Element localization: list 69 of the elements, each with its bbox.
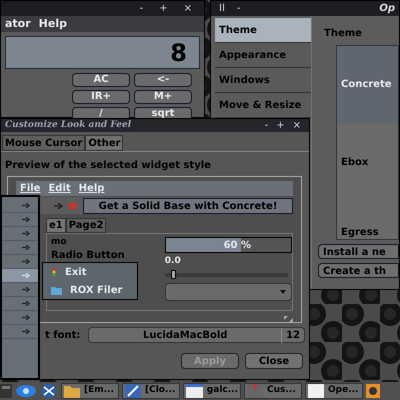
page-icon: [308, 384, 324, 398]
task-button[interactable]: Cus...: [244, 383, 302, 399]
task-button[interactable]: Ope...: [305, 383, 363, 399]
window-control[interactable]: -: [260, 118, 272, 133]
progress-reading: 60 %: [224, 239, 251, 254]
section-heading: Theme: [324, 27, 363, 41]
window-control[interactable]: ×: [288, 118, 305, 133]
theme-option[interactable]: Concrete: [337, 46, 398, 124]
calculator-icon[interactable]: [0, 384, 12, 398]
calculator-key[interactable]: M+: [134, 90, 192, 104]
arrow-icon[interactable]: [54, 202, 63, 209]
group-label: mo: [51, 237, 68, 248]
task-button[interactable]: [Em...: [61, 383, 119, 399]
task-button[interactable]: [Clo...: [122, 383, 180, 399]
task-button[interactable]: galc...: [183, 383, 241, 399]
toolbar-button[interactable]: Get a Solid Base with Concrete!: [83, 198, 293, 214]
pen-icon: [125, 384, 141, 398]
window-control[interactable]: -: [136, 1, 148, 16]
window-title: Op: [379, 2, 395, 16]
window-control[interactable]: II: [215, 1, 229, 16]
tab[interactable]: e1: [46, 218, 66, 234]
dialog-button[interactable]: Close: [245, 353, 303, 369]
x-icon[interactable]: [40, 384, 58, 398]
theme-option[interactable]: Egress: [337, 202, 398, 239]
arrow-icon: [22, 329, 30, 334]
arrow-icon: [22, 315, 30, 320]
folder-icon: [64, 384, 80, 398]
radio-label: Radio Button: [51, 249, 126, 264]
window-control[interactable]: +: [272, 118, 289, 133]
arrow-icon: [22, 203, 30, 208]
window-icon: [186, 384, 203, 398]
window-control[interactable]: +: [155, 1, 172, 16]
calculator-key[interactable]: IR+: [72, 90, 130, 104]
window-control[interactable]: -: [232, 1, 245, 16]
calculator-display: 8: [5, 36, 200, 69]
font-label: t font:: [45, 328, 80, 342]
menu-item[interactable]: Edit: [48, 181, 71, 196]
menu-item[interactable]: File: [20, 181, 40, 196]
arrow-icon: [22, 273, 30, 278]
menu-item[interactable]: Help: [78, 181, 104, 196]
traffic-light-icon: [51, 267, 57, 277]
window-control[interactable]: ×: [180, 1, 196, 16]
arrow-icon: [22, 301, 30, 306]
calculator-key[interactable]: <-: [134, 73, 192, 87]
arrow-icon: [22, 217, 30, 222]
menu-item[interactable]: ator: [5, 16, 31, 32]
tab[interactable]: Other: [85, 135, 124, 151]
font-button[interactable]: LucidaMacBold 12: [88, 327, 305, 343]
resize-icon: [284, 316, 293, 322]
tab[interactable]: Mouse Cursor: [2, 135, 86, 151]
menu-item[interactable]: ROX Filer: [51, 282, 137, 298]
folder-icon: [51, 286, 62, 294]
arrow-icon: [22, 287, 30, 292]
arrow-icon: [22, 259, 30, 264]
slider-thumb[interactable]: [170, 270, 176, 279]
menu-item[interactable]: [2, 269, 38, 283]
preview-label: Preview of the selected widget style: [5, 159, 212, 173]
arrow-icon: [22, 231, 30, 236]
window-title: Customize Look and Feel: [5, 118, 132, 132]
sidebar-item[interactable]: Theme: [215, 18, 311, 43]
slider-reading: 0.0: [164, 255, 182, 268]
arrow-icon: [22, 245, 30, 250]
menu-item[interactable]: Exit: [51, 264, 137, 280]
calculator-key[interactable]: AC: [72, 73, 130, 87]
action-button[interactable]: Install a ne: [318, 244, 399, 259]
menu-item[interactable]: Help: [38, 16, 67, 32]
theme-option[interactable]: Ebox: [337, 124, 398, 202]
action-button[interactable]: Create a th: [318, 263, 399, 278]
tab[interactable]: Page2: [66, 218, 106, 234]
